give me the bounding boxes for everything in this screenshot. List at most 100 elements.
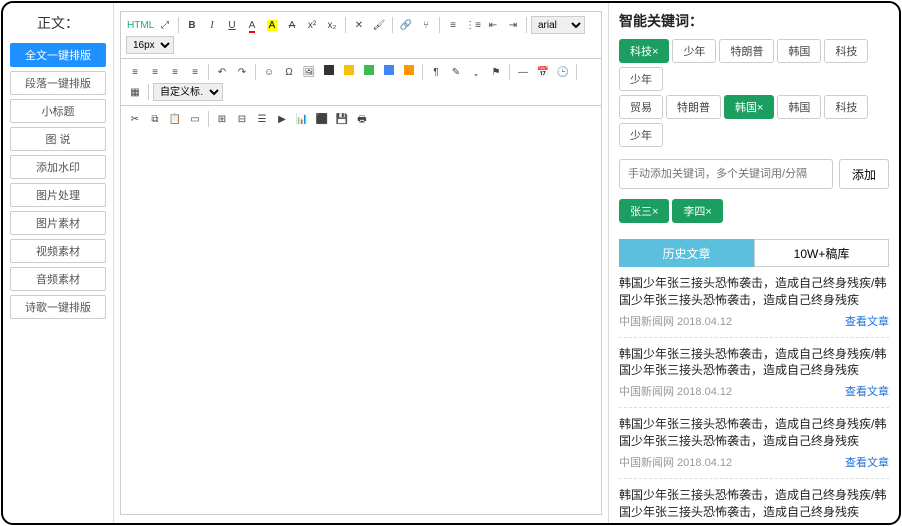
underline-button[interactable]: U bbox=[223, 16, 241, 34]
bold-button[interactable]: B bbox=[183, 16, 201, 34]
redo-button[interactable]: ↷ bbox=[233, 63, 251, 81]
keyword-tag[interactable]: 特朗普 bbox=[666, 95, 721, 119]
quote-button[interactable]: „ bbox=[467, 63, 485, 81]
keyword-row-1: 科技×少年特朗普韩国科技少年 bbox=[619, 37, 889, 93]
paragraph-button[interactable]: ¶ bbox=[427, 63, 445, 81]
article-view-link[interactable]: 查看文章 bbox=[845, 454, 889, 470]
time-button[interactable]: 🕒 bbox=[554, 63, 572, 81]
keyword-tag[interactable]: 特朗普 bbox=[719, 39, 774, 63]
date-button[interactable]: 📅 bbox=[534, 63, 552, 81]
html-source-button[interactable]: HTML bbox=[126, 16, 154, 34]
save-button[interactable]: 💾 bbox=[333, 110, 351, 128]
strike-button[interactable]: A bbox=[283, 16, 301, 34]
font-size-select[interactable]: 16px bbox=[126, 36, 174, 54]
app-window: 正文： 全文一键排版段落一键排版小标题图 说添加水印图片处理图片素材视频素材音频… bbox=[1, 1, 901, 525]
chart-button[interactable]: 📊 bbox=[293, 110, 311, 128]
color-block-blue[interactable] bbox=[380, 63, 398, 81]
keyword-tag[interactable]: 科技 bbox=[824, 95, 868, 119]
article-title: 韩国少年张三接头恐怖袭击，造成自己终身残疾/韩国少年张三接头恐怖袭击，造成自己终… bbox=[619, 487, 889, 521]
keyword-added-row: 张三×李四× bbox=[619, 197, 889, 225]
content-label: 正文： bbox=[9, 13, 107, 33]
emoji-button[interactable]: ☺ bbox=[260, 63, 278, 81]
align-center-button[interactable]: ≡ bbox=[146, 63, 164, 81]
superscript-button[interactable]: x² bbox=[303, 16, 321, 34]
side-btn-6[interactable]: 图片素材 bbox=[10, 211, 106, 235]
indent-button[interactable]: ⇥ bbox=[504, 16, 522, 34]
side-btn-5[interactable]: 图片处理 bbox=[10, 183, 106, 207]
color-block-orange[interactable] bbox=[400, 63, 418, 81]
subscript-button[interactable]: x₂ bbox=[323, 16, 341, 34]
side-btn-9[interactable]: 诗歌一键排版 bbox=[10, 295, 106, 319]
article-item: 韩国少年张三接头恐怖袭击，造成自己终身残疾/韩国少年张三接头恐怖袭击，造成自己终… bbox=[619, 338, 889, 409]
article-view-link[interactable]: 查看文章 bbox=[845, 313, 889, 329]
special-char-button[interactable]: Ω bbox=[280, 63, 298, 81]
expand-icon[interactable]: ⤢ bbox=[156, 16, 174, 34]
row-before-button[interactable]: ⊞ bbox=[213, 110, 231, 128]
article-view-link[interactable]: 查看文章 bbox=[845, 383, 889, 399]
format-brush-button[interactable]: 🖌 bbox=[370, 16, 388, 34]
keyword-tag[interactable]: 科技× bbox=[619, 39, 669, 63]
keyword-tag[interactable]: 韩国 bbox=[777, 39, 821, 63]
editor-textarea[interactable] bbox=[120, 132, 602, 515]
unlink-button[interactable]: ⑂ bbox=[417, 16, 435, 34]
keyword-add-button[interactable]: 添加 bbox=[839, 159, 889, 189]
align-left-button[interactable]: ≡ bbox=[126, 63, 144, 81]
keyword-tag[interactable]: 少年 bbox=[619, 123, 663, 147]
code-button[interactable]: ✎ bbox=[447, 63, 465, 81]
keyword-tag[interactable]: 科技 bbox=[824, 39, 868, 63]
side-btn-7[interactable]: 视频素材 bbox=[10, 239, 106, 263]
custom-title-select[interactable]: 自定义标… bbox=[153, 83, 223, 101]
italic-button[interactable]: I bbox=[203, 16, 221, 34]
right-panel: 智能关键词： 科技×少年特朗普韩国科技少年 贸易特朗普韩国×韩国科技少年 添加 … bbox=[609, 3, 899, 523]
side-btn-3[interactable]: 图 说 bbox=[10, 127, 106, 151]
hr-button[interactable]: — bbox=[514, 63, 532, 81]
keywords-title: 智能关键词： bbox=[619, 11, 889, 31]
tab-10w-library[interactable]: 10W+稿库 bbox=[754, 239, 889, 267]
color-block-green[interactable] bbox=[360, 63, 378, 81]
print-button[interactable]: 🖶 bbox=[353, 110, 371, 128]
ol-button[interactable]: ≡ bbox=[444, 16, 462, 34]
cut-button[interactable]: ✂ bbox=[126, 110, 144, 128]
table-button[interactable]: ▦ bbox=[126, 83, 144, 101]
keyword-tag[interactable]: 张三× bbox=[619, 199, 669, 223]
outdent-button[interactable]: ⇤ bbox=[484, 16, 502, 34]
keyword-input[interactable] bbox=[619, 159, 833, 189]
side-btn-8[interactable]: 音频素材 bbox=[10, 267, 106, 291]
video-button[interactable]: ▶ bbox=[273, 110, 291, 128]
keyword-tag[interactable]: 韩国 bbox=[777, 95, 821, 119]
side-btn-4[interactable]: 添加水印 bbox=[10, 155, 106, 179]
bg-color-button[interactable]: A bbox=[263, 16, 281, 34]
font-family-select[interactable]: arial bbox=[531, 16, 585, 34]
keyword-tag[interactable]: 少年 bbox=[672, 39, 716, 63]
align-justify-button[interactable]: ≡ bbox=[186, 63, 204, 81]
side-btn-1[interactable]: 段落一键排版 bbox=[10, 71, 106, 95]
keyword-tag[interactable]: 韩国× bbox=[724, 95, 774, 119]
align-right-button[interactable]: ≡ bbox=[166, 63, 184, 81]
ul-button[interactable]: ⋮≡ bbox=[464, 16, 482, 34]
keyword-tag[interactable]: 李四× bbox=[672, 199, 722, 223]
keyword-tag[interactable]: 贸易 bbox=[619, 95, 663, 119]
paste-button[interactable]: 📋 bbox=[166, 110, 184, 128]
col-button[interactable]: ☰ bbox=[253, 110, 271, 128]
article-list: 韩国少年张三接头恐怖袭击，造成自己终身残疾/韩国少年张三接头恐怖袭击，造成自己终… bbox=[619, 267, 889, 523]
row-after-button[interactable]: ⊟ bbox=[233, 110, 251, 128]
image-button[interactable]: 🖼 bbox=[300, 63, 318, 81]
insert-item-button[interactable] bbox=[320, 63, 338, 81]
clear-format-button[interactable]: ✕ bbox=[350, 16, 368, 34]
font-color-button[interactable]: A bbox=[243, 16, 261, 34]
undo-button[interactable]: ↶ bbox=[213, 63, 231, 81]
select-all-button[interactable]: ▭ bbox=[186, 110, 204, 128]
keyword-tag[interactable]: 少年 bbox=[619, 67, 663, 91]
link-button[interactable]: 🔗 bbox=[397, 16, 415, 34]
color-block-yellow[interactable] bbox=[340, 63, 358, 81]
article-item: 韩国少年张三接头恐怖袭击，造成自己终身残疾/韩国少年张三接头恐怖袭击，造成自己终… bbox=[619, 408, 889, 479]
side-btn-2[interactable]: 小标题 bbox=[10, 99, 106, 123]
tab-history[interactable]: 历史文章 bbox=[619, 239, 754, 267]
map-button[interactable]: ⬛ bbox=[313, 110, 331, 128]
copy-button[interactable]: ⧉ bbox=[146, 110, 164, 128]
anchor-button[interactable]: ⚑ bbox=[487, 63, 505, 81]
left-sidebar: 正文： 全文一键排版段落一键排版小标题图 说添加水印图片处理图片素材视频素材音频… bbox=[3, 3, 113, 523]
article-tabs: 历史文章 10W+稿库 bbox=[619, 239, 889, 267]
side-btn-0[interactable]: 全文一键排版 bbox=[10, 43, 106, 67]
article-source: 中国新闻网 2018.04.12 bbox=[619, 313, 732, 329]
